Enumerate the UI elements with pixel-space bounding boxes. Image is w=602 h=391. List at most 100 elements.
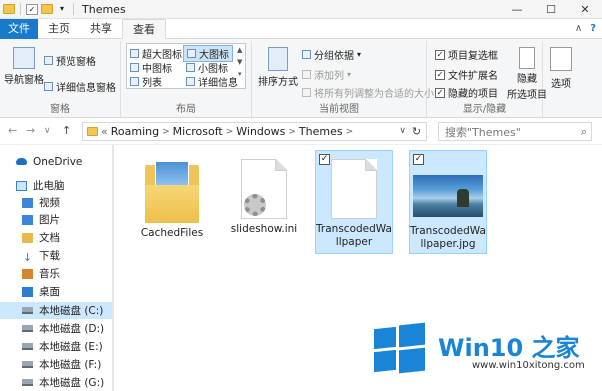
fit-columns-icon bbox=[302, 88, 311, 97]
video-folder-icon bbox=[22, 197, 33, 208]
nav-item-drive-g[interactable]: 本地磁盘 (G:) bbox=[0, 374, 114, 391]
nav-item-drive-f[interactable]: 本地磁盘 (F:) bbox=[0, 356, 114, 373]
nav-item-this-pc[interactable]: 此电脑 bbox=[0, 177, 114, 194]
chevron-right-icon[interactable]: > bbox=[162, 127, 170, 137]
pictures-folder-icon bbox=[22, 214, 33, 225]
properties-icon[interactable]: ✓ bbox=[26, 3, 38, 15]
chevron-right-icon[interactable]: > bbox=[226, 127, 234, 137]
nav-pane-label: 导航窗格 bbox=[4, 75, 44, 86]
nav-item-downloads[interactable]: ↓ 下载 bbox=[0, 247, 114, 264]
nav-item-onedrive[interactable]: OneDrive bbox=[0, 153, 114, 170]
item-checkbox[interactable]: ✓ bbox=[319, 154, 330, 165]
help-icon[interactable]: ? bbox=[590, 23, 596, 34]
watermark-title: Win10 之家 bbox=[438, 334, 580, 362]
add-column-button[interactable]: 添加列 ▾ bbox=[302, 67, 351, 82]
folder-icon bbox=[3, 4, 15, 14]
layout-small-icons[interactable]: 小图标 bbox=[186, 60, 228, 75]
tab-share[interactable]: 共享 bbox=[80, 19, 122, 39]
checkbox-label: 隐藏的项目 bbox=[448, 89, 498, 100]
up-arrow-icon[interactable]: ↑ bbox=[62, 124, 71, 137]
hide-selected-button[interactable]: 隐藏 所选项目 bbox=[507, 47, 547, 101]
group-label: 当前视图 bbox=[319, 104, 359, 115]
address-bar[interactable]: « Roaming > Microsoft > Windows > Themes… bbox=[82, 122, 427, 141]
expand-gallery-icon: ▾ bbox=[237, 70, 242, 78]
options-button[interactable]: 选项 bbox=[550, 47, 572, 90]
sort-icon bbox=[268, 47, 288, 71]
breadcrumb-overflow[interactable]: « bbox=[101, 125, 108, 138]
details-pane-button[interactable]: 详细信息窗格 bbox=[44, 79, 116, 94]
nav-item-drive-c[interactable]: 本地磁盘 (C:) bbox=[0, 302, 114, 319]
address-dropdown-icon[interactable]: ∨ bbox=[399, 126, 406, 136]
chevron-right-icon[interactable]: > bbox=[346, 127, 354, 137]
minimize-button[interactable]: — bbox=[500, 0, 534, 19]
quick-access-dropdown-icon[interactable]: ▾ bbox=[56, 4, 68, 15]
checkbox-checked[interactable]: ✓ bbox=[435, 49, 445, 60]
ribbon-view: 导航窗格 预览窗格 详细信息窗格 窗格 布局 超大图标 大图标 中图标 小图标 … bbox=[0, 39, 602, 118]
nav-scrollbar[interactable] bbox=[112, 145, 114, 391]
nav-item-documents[interactable]: 文档 bbox=[0, 229, 114, 246]
nav-item-music[interactable]: 音乐 bbox=[0, 265, 114, 282]
nav-label: 本地磁盘 (G:) bbox=[39, 377, 105, 389]
item-checkboxes-toggle[interactable]: ✓ 项目复选框 bbox=[435, 47, 498, 62]
group-by-button[interactable]: 分组依据 ▾ bbox=[302, 47, 361, 62]
layout-details[interactable]: 详细信息 bbox=[186, 74, 238, 89]
search-icon[interactable]: ⌕ bbox=[581, 125, 587, 139]
file-extensions-toggle[interactable]: ✓ 文件扩展名 bbox=[435, 67, 498, 82]
chevron-right-icon[interactable]: > bbox=[288, 127, 296, 137]
search-input[interactable]: 搜索"Themes" ⌕ bbox=[438, 122, 592, 141]
tab-view[interactable]: 查看 bbox=[122, 19, 166, 39]
layout-list[interactable]: 列表 bbox=[130, 74, 162, 89]
checkbox-label: 项目复选框 bbox=[448, 51, 498, 62]
file-item-transcodedwallpaper[interactable]: ✓ TranscodedWallpaper bbox=[315, 150, 393, 254]
layout-extra-large-icons[interactable]: 超大图标 bbox=[130, 46, 182, 61]
hide-selected-icon bbox=[519, 47, 535, 69]
search-placeholder: 搜索"Themes" bbox=[445, 125, 521, 139]
refresh-button[interactable]: ↻ bbox=[407, 122, 427, 141]
nav-item-drive-e[interactable]: 本地磁盘 (E:) bbox=[0, 338, 114, 355]
forward-arrow-icon[interactable]: → bbox=[26, 124, 35, 137]
close-button[interactable]: ✕ bbox=[568, 0, 602, 19]
checkbox-checked[interactable]: ✓ bbox=[435, 69, 445, 80]
nav-item-pictures[interactable]: 图片 bbox=[0, 211, 114, 228]
fit-columns-label: 将所有列调整为合适的大小 bbox=[314, 89, 434, 100]
breadcrumb-microsoft[interactable]: Microsoft bbox=[173, 125, 223, 138]
new-folder-icon[interactable] bbox=[41, 4, 53, 14]
preview-pane-button[interactable]: 预览窗格 bbox=[44, 53, 96, 68]
hidden-items-toggle[interactable]: ✓ 隐藏的项目 bbox=[435, 85, 498, 100]
layout-scroll[interactable]: ▲ ▼ ▾ bbox=[237, 46, 242, 78]
file-item-slideshow-ini[interactable]: slideshow.ini bbox=[225, 153, 303, 243]
recent-dropdown-icon[interactable]: ∨ bbox=[44, 126, 51, 136]
back-arrow-icon[interactable]: ← bbox=[8, 124, 17, 137]
breadcrumb-themes[interactable]: Themes bbox=[299, 125, 343, 138]
preview-pane-icon bbox=[44, 56, 53, 65]
nav-label: 图片 bbox=[39, 214, 60, 226]
nav-item-desktop[interactable]: 桌面 bbox=[0, 283, 114, 300]
nav-label: 本地磁盘 (E:) bbox=[39, 341, 103, 353]
sort-by-button[interactable]: 排序方式 bbox=[258, 47, 298, 88]
file-item-transcodedwallpaper-jpg[interactable]: ✓ TranscodedWallpaper.jpg bbox=[409, 150, 487, 254]
maximize-button[interactable]: ☐ bbox=[534, 0, 568, 19]
item-checkbox[interactable]: ✓ bbox=[413, 154, 424, 165]
details-icon bbox=[186, 77, 195, 86]
nav-item-drive-d[interactable]: 本地磁盘 (D:) bbox=[0, 320, 114, 337]
fit-columns-button[interactable]: 将所有列调整为合适的大小 bbox=[302, 85, 434, 100]
layout-gallery: 超大图标 大图标 中图标 小图标 列表 详细信息 ▲ ▼ ▾ bbox=[126, 43, 246, 89]
collapse-ribbon-icon[interactable]: ∧ bbox=[575, 23, 582, 34]
layout-label: 超大图标 bbox=[142, 50, 182, 61]
checkbox-label: 文件扩展名 bbox=[448, 71, 498, 82]
breadcrumb-windows[interactable]: Windows bbox=[236, 125, 285, 138]
checkbox-checked[interactable]: ✓ bbox=[435, 87, 445, 98]
dropdown-arrow-icon: ▾ bbox=[357, 50, 362, 59]
nav-pane-icon bbox=[13, 47, 35, 69]
tab-home[interactable]: 主页 bbox=[38, 19, 80, 39]
nav-item-videos[interactable]: 视频 bbox=[0, 194, 114, 211]
address-row: ← → ∨ ↑ « Roaming > Microsoft > Windows … bbox=[0, 118, 602, 145]
download-icon: ↓ bbox=[22, 250, 33, 264]
breadcrumb-roaming[interactable]: Roaming bbox=[111, 125, 159, 138]
file-item-cachedfiles[interactable]: CachedFiles bbox=[133, 153, 211, 243]
nav-pane-button[interactable]: 导航窗格 bbox=[4, 47, 44, 86]
layout-label: 详细信息 bbox=[198, 78, 238, 89]
layout-medium-icons[interactable]: 中图标 bbox=[130, 60, 172, 75]
tab-file[interactable]: 文件 bbox=[0, 19, 38, 39]
nav-label: 本地磁盘 (C:) bbox=[39, 305, 104, 317]
